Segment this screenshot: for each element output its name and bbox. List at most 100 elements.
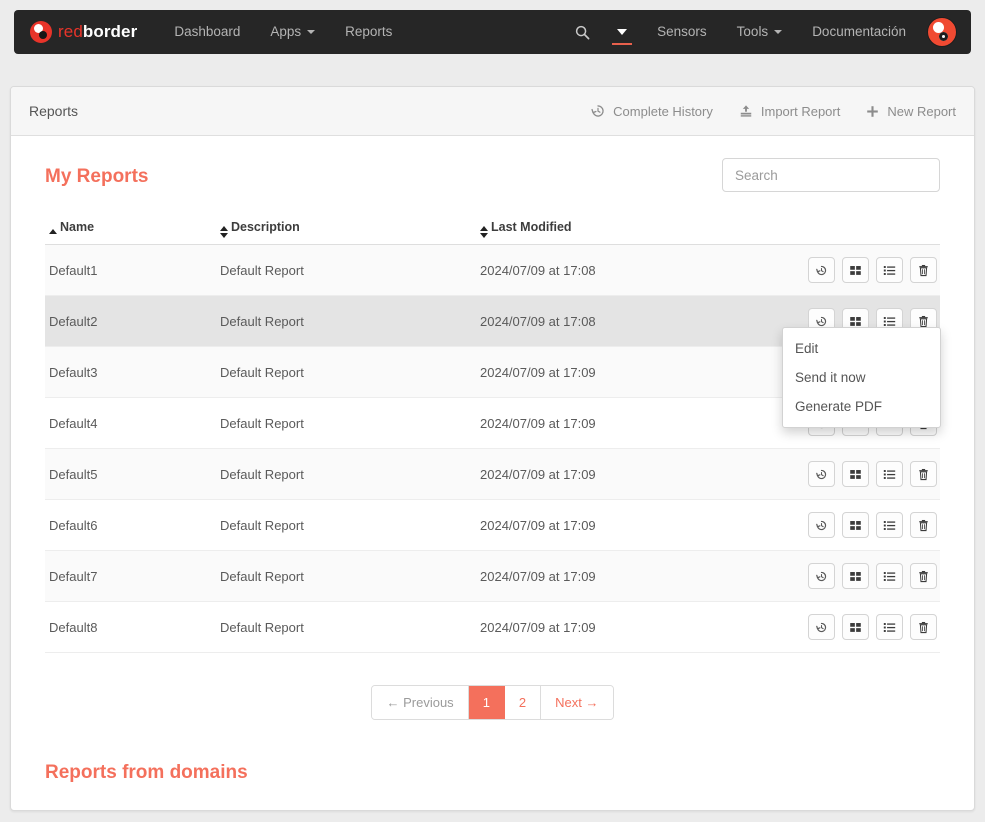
column-header-last-modified[interactable]: Last Modified [480,214,730,245]
row-delete-button[interactable] [910,614,937,640]
search-input[interactable] [722,158,940,192]
row-list-button[interactable] [876,614,903,640]
my-reports-header: My Reports [45,158,940,192]
domain-reports-table-head: Name Created by Description Last Modifie… [45,806,940,810]
domain-reports-table: Name Created by Description Last Modifie… [45,806,940,810]
column-header-actions [796,806,940,810]
cell-last-modified: 2024/07/09 at 17:08 [480,244,730,296]
nav-item-documentacion[interactable]: Documentación [797,10,921,54]
column-header-description[interactable]: Description [381,806,571,810]
cell-description: Default Report [220,601,480,653]
row-dashboard-button[interactable] [842,614,869,640]
nav-item-dashboard-label: Dashboard [174,24,241,39]
row-history-button[interactable] [808,563,835,589]
cell-name: Default3 [45,346,220,398]
cell-last-modified: 2024/07/09 at 17:09 [480,499,730,551]
context-menu-item-edit[interactable]: Edit [783,334,940,363]
table-row[interactable]: Default8 Default Report 2024/07/09 at 17… [45,601,940,653]
table-header-row: Name Description Last Modified [45,214,940,245]
context-menu-item-send-it-now[interactable]: Send it now [783,363,940,392]
column-header-last-modified[interactable]: Last Modified [571,806,796,810]
reports-panel: Reports Complete History Import Report N… [10,86,975,811]
search-icon[interactable] [562,10,602,54]
row-list-button[interactable] [876,563,903,589]
row-delete-button[interactable] [910,512,937,538]
pagination-next[interactable]: Next → [541,686,613,719]
cell-name: Default8 [45,601,220,653]
row-history-button[interactable] [808,614,835,640]
cell-name: Default7 [45,550,220,602]
plus-icon [866,105,879,118]
new-report-button[interactable]: New Report [866,104,956,119]
table-row[interactable]: Default6 Default Report 2024/07/09 at 17… [45,499,940,551]
cell-actions [730,448,940,500]
cell-last-modified: 2024/07/09 at 17:09 [480,346,730,398]
upload-icon [739,104,753,118]
nav-item-sensors-label: Sensors [657,24,707,39]
row-context-menu: Edit Send it now Generate PDF [782,327,941,428]
row-action-group [808,461,940,487]
complete-history-button[interactable]: Complete History [591,104,713,119]
row-history-button[interactable] [808,257,835,283]
row-delete-button[interactable] [910,257,937,283]
row-list-button[interactable] [876,461,903,487]
table-row[interactable]: Default1 Default Report 2024/07/09 at 17… [45,244,940,296]
row-history-button[interactable] [808,512,835,538]
nav-item-dashboard[interactable]: Dashboard [159,10,255,54]
chevron-down-icon [617,29,628,35]
nav-item-reports[interactable]: Reports [330,10,407,54]
cell-last-modified: 2024/07/09 at 17:08 [480,295,730,347]
column-header-description[interactable]: Description [220,214,480,245]
row-list-button[interactable] [876,257,903,283]
table-row[interactable]: Default7 Default Report 2024/07/09 at 17… [45,550,940,602]
pagination-previous[interactable]: ← Previous [372,686,469,719]
import-report-button[interactable]: Import Report [739,104,840,119]
row-list-button[interactable] [876,512,903,538]
cell-last-modified: 2024/07/09 at 17:09 [480,397,730,449]
row-dashboard-button[interactable] [842,512,869,538]
column-header-created-by[interactable]: Created by [171,806,381,810]
redborder-logo-icon [30,21,52,43]
nav-item-apps[interactable]: Apps [255,10,330,54]
nav-item-tools[interactable]: Tools [722,10,798,54]
navbar-dropdown-toggle[interactable] [602,10,642,54]
table-row[interactable]: Default5 Default Report 2024/07/09 at 17… [45,448,940,500]
pagination-page-2[interactable]: 2 [504,686,542,719]
row-dashboard-button[interactable] [842,257,869,283]
column-header-last-modified-label: Last Modified [491,220,572,234]
column-header-name-label: Name [60,220,95,234]
brand-text: redborder [58,22,137,42]
avatar[interactable] [927,17,957,47]
history-icon [591,104,605,118]
my-reports-table-head: Name Description Last Modified [45,214,940,245]
nav-item-sensors[interactable]: Sensors [642,10,722,54]
column-header-name[interactable]: Name [45,806,171,810]
cell-description: Default Report [220,550,480,602]
row-history-button[interactable] [808,461,835,487]
domain-reports-section: Reports from domains Name Created by Des… [45,762,940,810]
context-menu-item-generate-pdf[interactable]: Generate PDF [783,392,940,421]
row-action-group [808,512,940,538]
row-delete-button[interactable] [910,461,937,487]
row-action-group [808,563,940,589]
domain-reports-title: Reports from domains [45,762,248,783]
cell-last-modified: 2024/07/09 at 17:09 [480,601,730,653]
nav-item-tools-label: Tools [736,24,769,39]
cell-description: Default Report [220,244,480,296]
my-reports-table: Name Description Last Modified Default1 … [45,214,940,653]
cell-actions [730,601,940,653]
pagination-page-1[interactable]: 1 [468,686,505,719]
column-header-name[interactable]: Name [45,214,220,245]
active-indicator [612,43,633,45]
row-delete-button[interactable] [910,563,937,589]
top-navbar: redborder Dashboard Apps Reports Sensors… [14,10,971,54]
row-dashboard-button[interactable] [842,563,869,589]
panel-header: Reports Complete History Import Report N… [11,87,974,136]
chevron-down-icon [774,30,783,34]
cell-description: Default Report [220,397,480,449]
pagination: ← Previous 1 2 Next → [371,685,614,720]
row-action-group [808,257,940,283]
cell-description: Default Report [220,499,480,551]
row-dashboard-button[interactable] [842,461,869,487]
brand-logo[interactable]: redborder [30,21,137,43]
